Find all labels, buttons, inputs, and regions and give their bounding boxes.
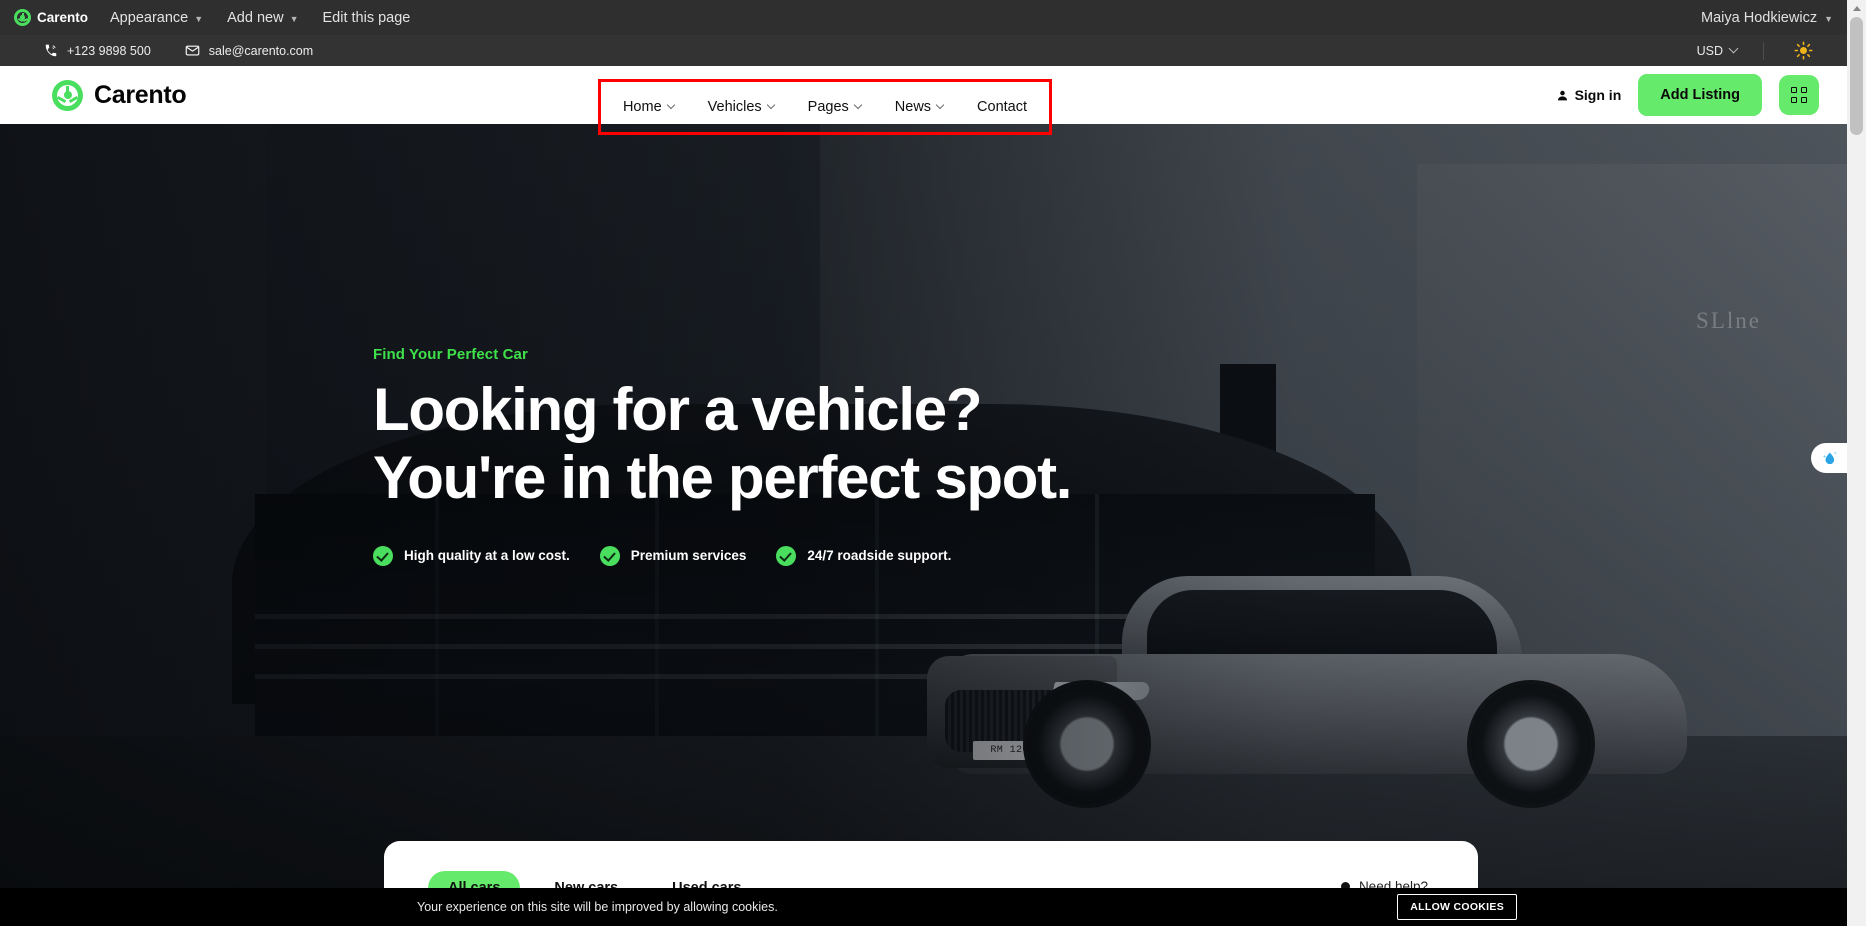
page-scrollbar[interactable] [1847, 0, 1866, 926]
hero-eyebrow: Find Your Perfect Car [373, 346, 528, 363]
topbar-email[interactable]: sale@carento.com [185, 43, 313, 58]
hero-feature-item: Premium services [599, 545, 747, 566]
steering-wheel-icon [14, 9, 31, 26]
nav-item-contact[interactable]: Contact [960, 99, 1044, 115]
topbar-phone[interactable]: +123 9898 500 [44, 44, 151, 58]
primary-nav: Home Vehicles Pages News Contact [606, 99, 1044, 115]
chevron-down-icon: ▼ [1824, 13, 1833, 24]
water-drop-icon [1823, 451, 1837, 465]
hero-feature-label: High quality at a low cost. [404, 548, 570, 564]
sign-in-label: Sign in [1574, 87, 1622, 103]
nav-label: Pages [807, 99, 849, 115]
chevron-down-icon: ▼ [289, 13, 299, 24]
admin-bar-item-label: Edit this page [322, 9, 411, 26]
chevron-down-icon: ▼ [194, 13, 204, 24]
chevron-down-icon [935, 100, 945, 110]
hero-title-line-2: You're in the perfect spot. [373, 443, 1072, 511]
nav-item-pages[interactable]: Pages [791, 99, 878, 115]
chevron-down-icon [766, 100, 775, 110]
topbar-phone-label: +123 9898 500 [67, 43, 151, 58]
sign-in-button[interactable]: Sign in [1556, 87, 1622, 103]
admin-bar-right: Maiya Hodkiewicz ▼ [1701, 10, 1847, 26]
currency-label: USD [1696, 43, 1723, 58]
chevron-down-icon [666, 100, 675, 110]
admin-bar-user-menu[interactable]: Maiya Hodkiewicz ▼ [1701, 10, 1833, 26]
topbar-email-label: sale@carento.com [208, 43, 314, 58]
nav-item-news[interactable]: News [878, 99, 960, 115]
check-circle-icon [599, 545, 620, 566]
page-screen: Carento Appearance ▼ Add new ▼ Edit this… [0, 0, 1866, 926]
top-bar-contacts: +123 9898 500 sale@carento.com [0, 43, 313, 58]
primary-nav-highlight: Home Vehicles Pages News Contact [598, 79, 1052, 135]
add-listing-button[interactable]: Add Listing [1638, 74, 1762, 116]
check-circle-icon [776, 545, 797, 566]
admin-bar-item-add-new[interactable]: Add new ▼ [215, 0, 310, 35]
scrollbar-up-arrow[interactable] [1847, 0, 1866, 17]
admin-bar-site-link[interactable]: Carento [8, 9, 98, 26]
chevron-down-icon [853, 100, 863, 110]
triangle-up-icon [1852, 6, 1861, 11]
nav-item-home[interactable]: Home [606, 99, 691, 115]
nav-label: Home [622, 99, 662, 115]
admin-bar-item-edit-this-page[interactable]: Edit this page [311, 0, 423, 35]
cookie-consent-bar: Your experience on this site will be imp… [0, 888, 1847, 926]
sun-icon [1794, 41, 1813, 60]
nav-item-vehicles[interactable]: Vehicles [691, 99, 791, 115]
site-header: Carento Home Vehicles Pages News Contact… [0, 66, 1847, 135]
phone-icon [45, 44, 57, 56]
nav-label: Contact [977, 99, 1028, 115]
currency-selector[interactable]: USD [1671, 44, 1763, 58]
allow-cookies-button[interactable]: ALLOW COOKIES [1397, 894, 1517, 920]
chevron-down-icon [1728, 43, 1739, 54]
grid-apps-icon [1791, 87, 1807, 103]
admin-bar-left: Carento Appearance ▼ Add new ▼ Edit this… [0, 0, 422, 35]
check-circle-icon [373, 545, 393, 566]
steering-wheel-icon [52, 79, 83, 111]
cookie-message: Your experience on this site will be imp… [417, 900, 778, 914]
logo-text: Carento [94, 80, 187, 109]
hero-content: Find Your Perfect Car Looking for a vehi… [373, 346, 1072, 566]
user-icon [1557, 90, 1567, 100]
side-widget-button[interactable] [1811, 443, 1847, 473]
apps-grid-button[interactable] [1779, 75, 1819, 115]
hero-feature-label: 24/7 roadside support. [807, 548, 952, 564]
hero-feature-item: 24/7 roadside support. [776, 545, 952, 566]
scrollbar-thumb[interactable] [1850, 17, 1863, 135]
wp-admin-bar: Carento Appearance ▼ Add new ▼ Edit this… [0, 0, 1847, 35]
header-actions: Sign in Add Listing [1556, 66, 1819, 124]
admin-bar-user-name: Maiya Hodkiewicz [1701, 9, 1818, 26]
top-bar-right: USD [1671, 35, 1847, 66]
top-contact-bar: +123 9898 500 sale@carento.com USD [0, 35, 1847, 66]
site-logo[interactable]: Carento [52, 79, 187, 111]
admin-bar-item-label: Add new [227, 9, 284, 26]
nav-label: News [894, 99, 932, 115]
nav-label: Vehicles [707, 99, 762, 115]
admin-bar-item-label: Appearance [110, 9, 189, 26]
hero-feature-label: Premium services [630, 548, 747, 564]
hero-feature-list: High quality at a low cost. Premium serv… [373, 545, 1071, 566]
hero-feature-item: High quality at a low cost. [373, 545, 570, 566]
admin-bar-site-name: Carento [37, 10, 89, 25]
admin-bar-item-appearance[interactable]: Appearance ▼ [98, 0, 215, 35]
mail-icon [185, 45, 200, 56]
hero-title-line-1: Looking for a vehicle? [373, 376, 982, 443]
hero-section: SLlne RM 12018 Find Your Perfect Car Loo… [0, 124, 1847, 926]
theme-toggle-button[interactable] [1764, 41, 1847, 60]
